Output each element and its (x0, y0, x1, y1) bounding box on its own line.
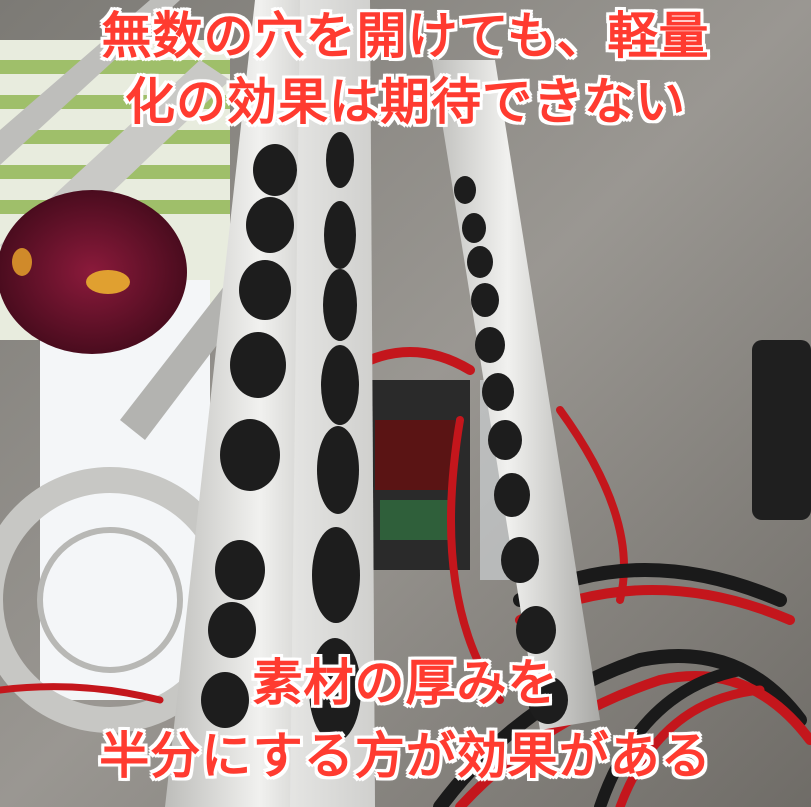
dark-device (752, 340, 811, 520)
caption-bottom-line-1: 素材の厚みを (252, 654, 559, 712)
caption-top-line-1: 無数の穴を開けても、軽量 (101, 7, 710, 65)
maroon-wheel (0, 190, 187, 354)
caption-bottom-line-2: 半分にする方が効果がある (99, 727, 712, 785)
caption-top-line-2: 化の効果は期待できない (125, 73, 686, 131)
